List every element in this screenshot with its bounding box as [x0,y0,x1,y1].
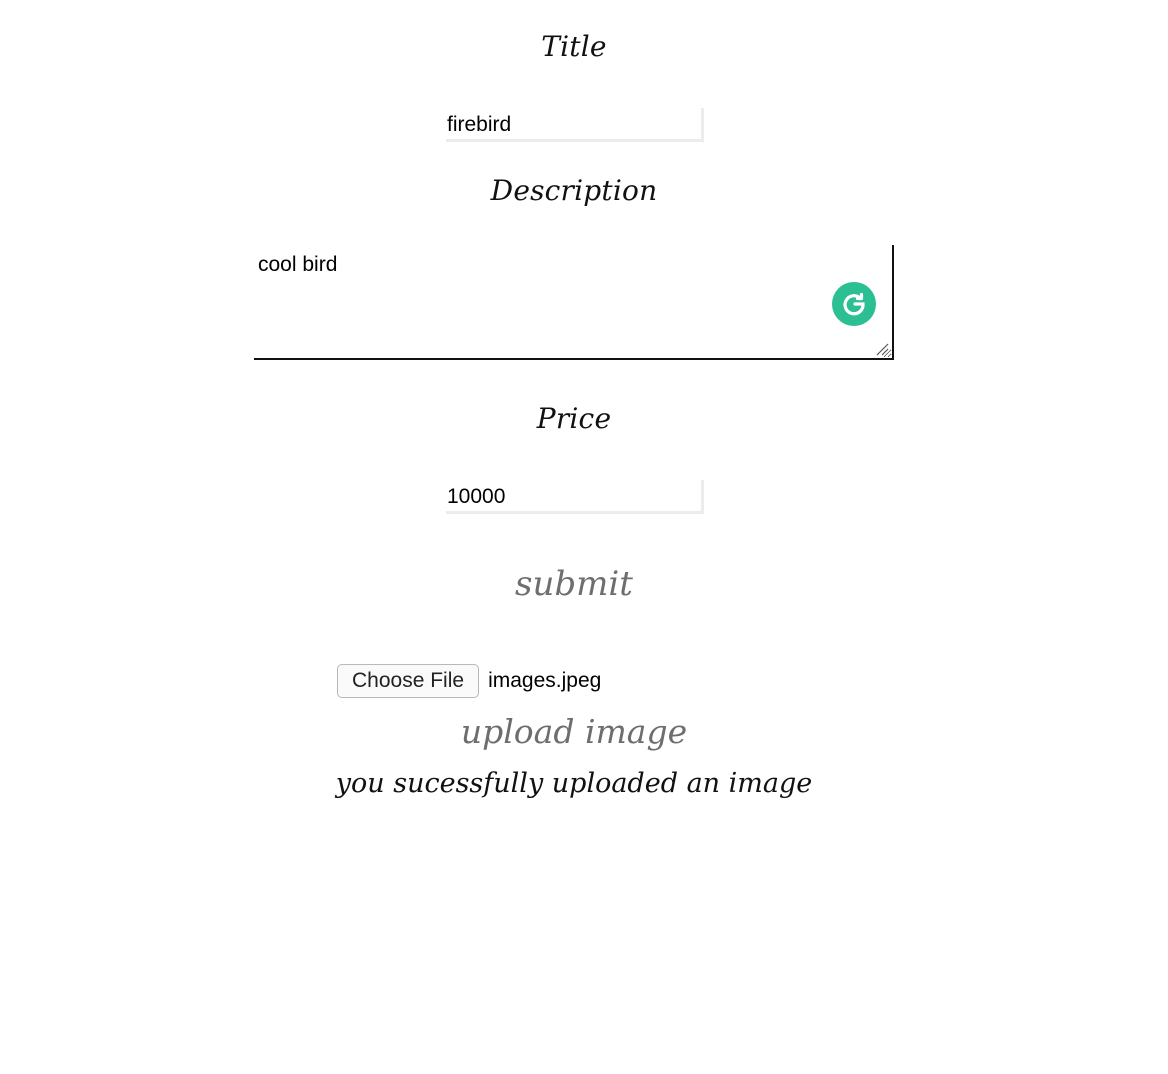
description-textarea[interactable]: cool bird [254,245,894,360]
choose-file-button[interactable]: Choose File [337,664,480,698]
title-input[interactable] [446,108,704,142]
submit-button[interactable]: submit [0,564,1148,604]
price-input[interactable] [446,480,704,514]
grammarly-icon[interactable] [832,282,876,326]
price-label: Price [536,402,612,435]
upload-status-message: you sucessfully uploaded an image [335,768,813,799]
selected-file-name: images.jpeg [488,669,602,692]
file-picker: Choose File images.jpeg [337,664,601,698]
upload-image-button[interactable]: upload image [0,712,1148,751]
title-label: Title [541,30,607,63]
resize-grip-icon[interactable] [874,341,890,357]
description-label: Description [490,174,658,207]
